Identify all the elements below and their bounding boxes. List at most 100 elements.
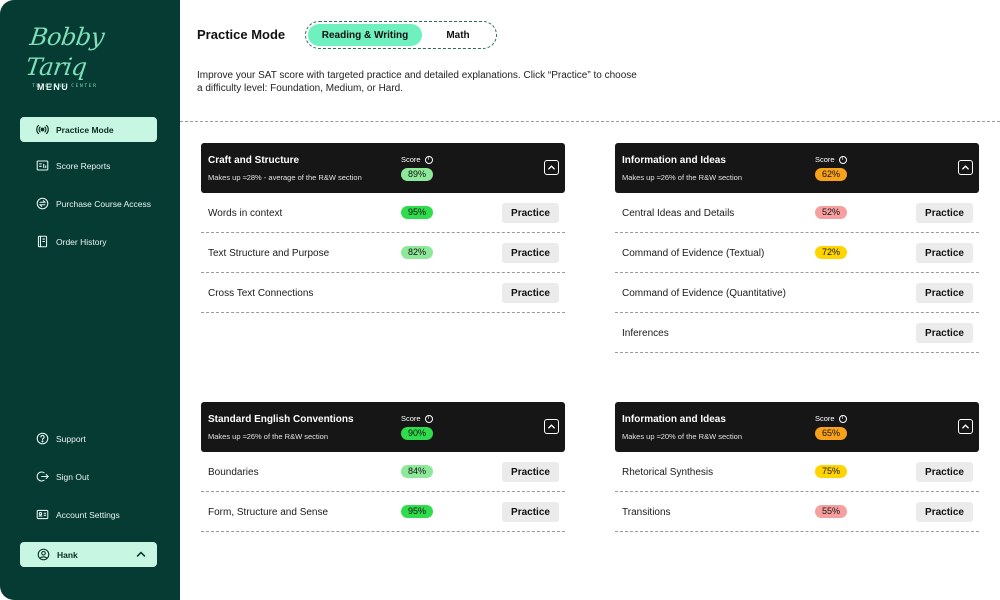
score-section: Standard English Conventions Makes up ≈26… — [201, 402, 565, 532]
sidebar-item-purchase-course-access[interactable]: Purchase Course Access — [20, 191, 157, 216]
sidebar-item-label: Score Reports — [56, 160, 111, 171]
practice-button[interactable]: Practice — [916, 462, 973, 482]
score-section: Information and Ideas Makes up ≈20% of th… — [615, 402, 979, 532]
practice-button[interactable]: Practice — [916, 203, 973, 223]
section-title: Information and Ideas — [622, 414, 726, 425]
notebook-icon — [36, 235, 49, 248]
info-icon[interactable]: i — [424, 414, 433, 423]
collapse-button[interactable] — [958, 160, 973, 175]
skill-row: Words in context 95% Practice — [201, 193, 565, 233]
sidebar-item-order-history[interactable]: Order History — [20, 229, 157, 254]
score-label: Score i — [815, 155, 847, 164]
skill-row: Command of Evidence (Quantitative) Practi… — [615, 273, 979, 313]
info-icon[interactable]: i — [838, 414, 847, 423]
score-label: Score i — [401, 414, 433, 423]
skill-label: Transitions — [622, 507, 671, 518]
score-section: Craft and Structure Makes up ≈28% - avera… — [201, 143, 565, 313]
practice-button[interactable]: Practice — [502, 243, 559, 263]
sidebar-item-account-settings[interactable]: Account Settings — [20, 502, 157, 527]
info-icon[interactable]: i — [838, 155, 847, 164]
skill-label: Central Ideas and Details — [622, 208, 735, 219]
section-header: Information and Ideas Makes up ≈26% of th… — [615, 143, 979, 193]
section-score-badge: 89% — [401, 168, 433, 181]
chevron-up-icon — [548, 165, 555, 170]
skill-label: Inferences — [622, 328, 669, 339]
collapse-button[interactable] — [958, 419, 973, 434]
tab-math[interactable]: Math — [422, 24, 494, 46]
skill-label: Rhetorical Synthesis — [622, 467, 714, 478]
skill-score-badge: 52% — [815, 206, 847, 219]
divider — [180, 121, 1000, 122]
practice-button[interactable]: Practice — [916, 243, 973, 263]
sidebar-item-label: Purchase Course Access — [56, 198, 151, 209]
user-icon — [37, 548, 50, 561]
score-label-text: Score — [815, 414, 835, 423]
section-title: Craft and Structure — [208, 155, 300, 166]
brand-logo[interactable]: Bobby Tariq TUTORING CENTER — [24, 22, 152, 89]
chevron-up-icon[interactable] — [135, 548, 147, 562]
sidebar-item-label: Sign Out — [56, 471, 90, 482]
skill-label: Words in context — [208, 208, 283, 219]
intro-text: Improve your SAT score with targeted pra… — [197, 70, 637, 94]
sidebar-item-label: Account Settings — [56, 509, 120, 520]
sidebar-item-support[interactable]: Support — [20, 426, 157, 451]
score-label: Score i — [815, 414, 847, 423]
sidebar: Bobby Tariq TUTORING CENTER MENU Practic… — [0, 0, 180, 600]
collapse-button[interactable] — [544, 160, 559, 175]
section-score-badge: 65% — [815, 427, 847, 440]
subject-toggle: Reading & Writing Math — [305, 21, 497, 49]
practice-button[interactable]: Practice — [916, 323, 973, 343]
skill-row: Boundaries 84% Practice — [201, 452, 565, 492]
tab-reading-writing[interactable]: Reading & Writing — [308, 24, 422, 46]
skill-row: Inferences Practice — [615, 313, 979, 353]
section-subtitle: Makes up ≈28% - average of the R&W secti… — [208, 173, 362, 182]
section-score-badge: 90% — [401, 427, 433, 440]
info-icon[interactable]: i — [424, 155, 433, 164]
sidebar-item-practice-mode[interactable]: Practice Mode — [20, 117, 157, 142]
section-header: Craft and Structure Makes up ≈28% - avera… — [201, 143, 565, 193]
score-section: Information and Ideas Makes up ≈26% of th… — [615, 143, 979, 353]
section-header: Information and Ideas Makes up ≈20% of th… — [615, 402, 979, 452]
report-icon — [36, 159, 49, 172]
practice-button[interactable]: Practice — [502, 502, 559, 522]
sidebar-item-label: Order History — [56, 236, 107, 247]
skill-label: Boundaries — [208, 467, 259, 478]
skill-score-badge: 95% — [401, 206, 433, 219]
skill-row: Transitions 55% Practice — [615, 492, 979, 532]
score-label: Score i — [401, 155, 433, 164]
practice-button[interactable]: Practice — [916, 283, 973, 303]
menu-label: MENU — [37, 82, 70, 92]
section-subtitle: Makes up ≈20% of the R&W section — [622, 432, 743, 441]
sidebar-item-sign-out[interactable]: Sign Out — [20, 464, 157, 489]
practice-button[interactable]: Practice — [916, 502, 973, 522]
broadcast-icon — [36, 123, 49, 136]
practice-button[interactable]: Practice — [502, 462, 559, 482]
section-header: Standard English Conventions Makes up ≈26… — [201, 402, 565, 452]
score-label-text: Score — [401, 414, 421, 423]
skill-row: Rhetorical Synthesis 75% Practice — [615, 452, 979, 492]
id-card-icon — [36, 508, 49, 521]
skill-label: Form, Structure and Sense — [208, 507, 329, 518]
practice-button[interactable]: Practice — [502, 283, 559, 303]
skill-label: Text Structure and Purpose — [208, 248, 330, 259]
sidebar-item-label: Support — [56, 433, 86, 444]
skill-label: Command of Evidence (Textual) — [622, 248, 765, 259]
skill-row: Cross Text Connections Practice — [201, 273, 565, 313]
sidebar-item-label: Practice Mode — [56, 124, 114, 135]
exchange-icon — [36, 197, 49, 210]
sidebar-item-score-reports[interactable]: Score Reports — [20, 153, 157, 178]
section-title: Standard English Conventions — [208, 414, 354, 425]
skill-score-badge: 55% — [815, 505, 847, 518]
practice-button[interactable]: Practice — [502, 203, 559, 223]
skill-row: Command of Evidence (Textual) 72% Practice — [615, 233, 979, 273]
skill-score-badge: 95% — [401, 505, 433, 518]
section-title: Information and Ideas — [622, 155, 726, 166]
brand-name: Bobby Tariq — [23, 23, 106, 81]
section-score-badge: 62% — [815, 168, 847, 181]
section-subtitle: Makes up ≈26% of the R&W section — [208, 432, 329, 441]
section-subtitle: Makes up ≈26% of the R&W section — [622, 173, 743, 182]
page-title: Practice Mode — [197, 27, 286, 42]
user-name: Hank — [57, 549, 78, 560]
user-menu[interactable]: Hank — [20, 542, 157, 567]
collapse-button[interactable] — [544, 419, 559, 434]
